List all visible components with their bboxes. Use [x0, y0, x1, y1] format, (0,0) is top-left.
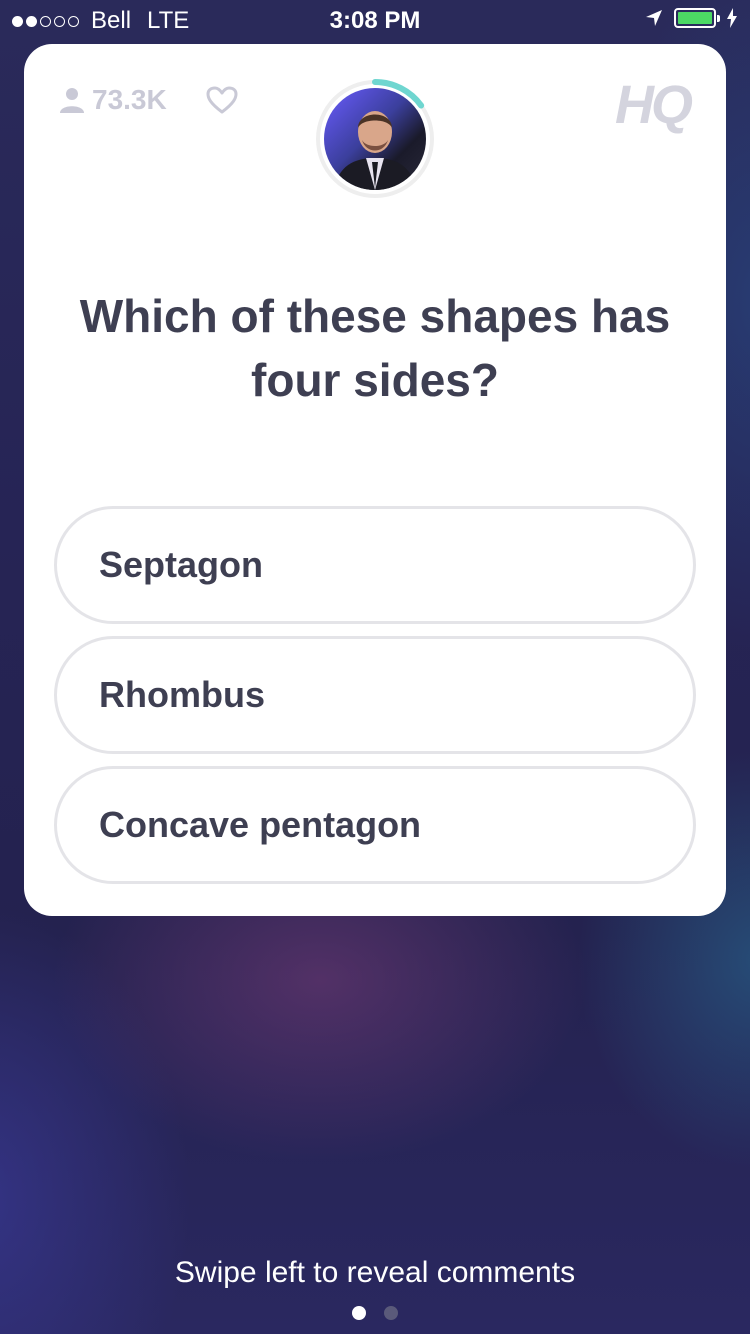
- page-dot-2[interactable]: [384, 1306, 398, 1320]
- status-time: 3:08 PM: [329, 7, 421, 34]
- page-indicator[interactable]: [0, 1306, 750, 1320]
- swipe-hint: Swipe left to reveal comments: [174, 1256, 576, 1289]
- user-icon: [60, 88, 84, 113]
- charging-bolt-icon: [727, 8, 737, 28]
- host-photo: [324, 88, 426, 190]
- battery-icon: [674, 8, 720, 28]
- page-dot-1[interactable]: [352, 1306, 366, 1320]
- location-arrow-icon: [646, 10, 662, 26]
- answer-option-1[interactable]: Septagon: [54, 506, 696, 624]
- hq-logo: HQ: [615, 75, 693, 135]
- answer-label: Rhombus: [99, 674, 265, 715]
- host-avatar: [314, 78, 436, 200]
- viewer-count: 73.3K: [60, 84, 167, 116]
- answer-option-2[interactable]: Rhombus: [54, 636, 696, 754]
- answer-label: Septagon: [99, 544, 264, 585]
- answer-label: Concave pentagon: [99, 804, 422, 845]
- viewer-count-label: 73.3K: [92, 84, 167, 115]
- status-right: [644, 8, 738, 28]
- status-bar: Bell LTE 3:08 PM: [0, 0, 750, 40]
- question-text: Which of these shapes has four sides?: [79, 290, 671, 406]
- heart-icon[interactable]: [206, 86, 238, 114]
- question-card: 73.3K HQ Which of these shapes has four …: [24, 44, 726, 916]
- answer-option-3[interactable]: Concave pentagon: [54, 766, 696, 884]
